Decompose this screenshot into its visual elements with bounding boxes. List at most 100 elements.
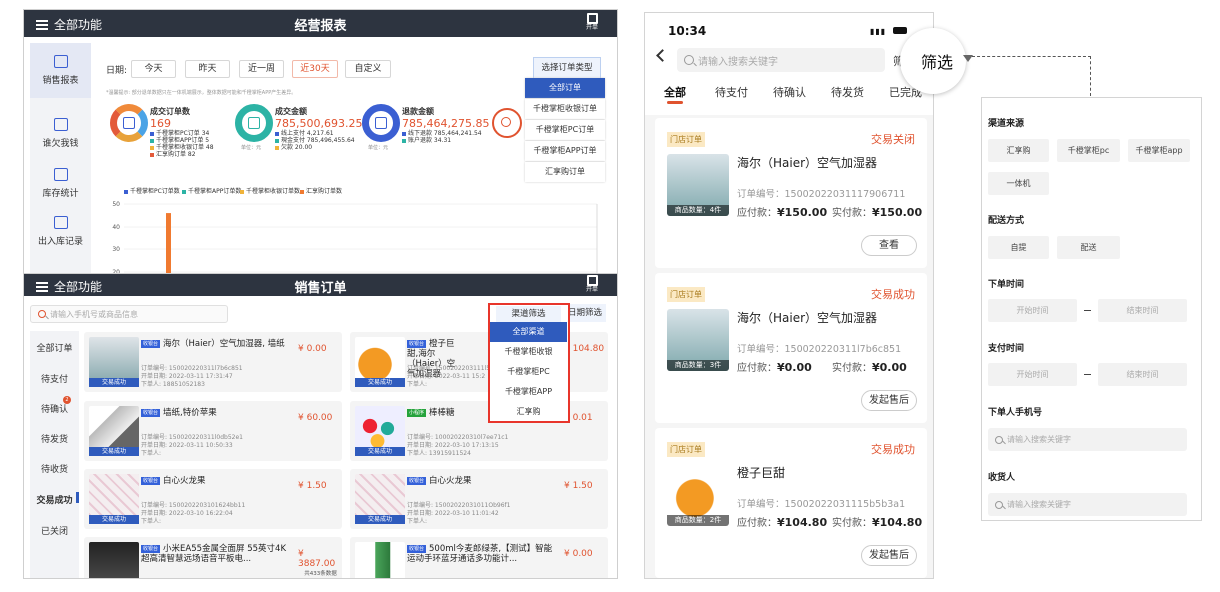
kpi-orders-line-1: 千橙掌柜PC订单 34 xyxy=(150,130,209,137)
tab-pending-confirm[interactable]: 待确认 xyxy=(30,402,79,415)
sales-topbar: 全部功能 销售订单 开单 xyxy=(24,274,617,296)
kpi-refund-line-1: 线下退款 785,464,241.54 xyxy=(402,130,482,137)
order-status-badge: 交易成功 xyxy=(355,515,405,524)
product-name: 收银台 墙纸,特价苹果 xyxy=(141,408,217,418)
pending-badge: 2 xyxy=(63,396,71,404)
product-image: 商品数量：2件 xyxy=(667,464,729,526)
channel-chip-app[interactable]: 千橙掌柜app xyxy=(1128,139,1190,162)
receipt-icon xyxy=(586,13,598,24)
filter-zoom-bubble[interactable]: 筛选 xyxy=(900,28,966,94)
date-filter-button[interactable]: 日期筛选 xyxy=(564,304,606,322)
back-button[interactable] xyxy=(653,49,669,63)
sidebar-item-debts[interactable]: 谁欠我钱 xyxy=(30,108,91,149)
tab-success[interactable]: 交易成功 xyxy=(30,493,79,506)
date-yesterday-button[interactable]: 昨天 xyxy=(185,60,230,78)
order-status-badge: 交易成功 xyxy=(89,447,139,456)
chevron-left-icon xyxy=(656,49,669,62)
channel-option-app[interactable]: 千橙掌柜APP xyxy=(490,382,567,402)
order-card[interactable]: 交易成功 收银台 白心火龙果 ¥ 1.50 订单编号: 1500202203101… xyxy=(84,469,342,529)
channel-option-pos[interactable]: 千橙掌柜收银 xyxy=(490,342,567,362)
order-type-option-app[interactable]: 千橙掌柜APP订单 xyxy=(525,141,605,161)
kpi-orders-line-2: 千橙掌柜APP订单 5 xyxy=(150,137,209,144)
receiver-input[interactable]: 请输入搜索关键字 xyxy=(988,493,1187,516)
after-sales-button[interactable]: 发起售后 xyxy=(861,545,917,566)
order-card[interactable]: 交易成功 收银台 墙纸,特价苹果 ¥ 60.00 订单编号: 1500202203… xyxy=(84,401,342,461)
store-order-tag: 门店订单 xyxy=(667,287,705,302)
product-name: 收银台 500ml今麦郎绿茶,【测试】智能运动手环蓝牙通话多功能计... xyxy=(407,544,553,564)
order-card[interactable]: 门店订单 交易关闭 商品数量：4件 海尔（Haier）空气加湿器 订单编号：15… xyxy=(655,118,927,268)
tab-pending-ship[interactable]: 待发货 xyxy=(831,84,864,100)
open-order-button[interactable]: 开单 xyxy=(585,275,599,293)
channel-option-all[interactable]: 全部渠道 xyxy=(490,322,567,342)
date-today-button[interactable]: 今天 xyxy=(131,60,176,78)
active-tab-indicator xyxy=(76,492,79,503)
tab-all[interactable]: 全部 xyxy=(664,84,686,100)
order-price: ¥ 104.80 xyxy=(564,344,605,354)
pay-start-time-input[interactable]: 开始时间 xyxy=(988,363,1077,386)
order-status-badge: 交易成功 xyxy=(355,378,405,387)
order-card[interactable]: 门店订单 交易成功 商品数量：3件 海尔（Haier）空气加湿器 订单编号：15… xyxy=(655,273,927,423)
channel-chip-kiosk[interactable]: 一体机 xyxy=(988,172,1049,195)
tab-pending-payment[interactable]: 待支付 xyxy=(30,372,79,385)
order-time-title: 下单时间 xyxy=(988,280,1025,290)
sidebar-item-inventory[interactable]: 库存统计 xyxy=(30,158,91,199)
delivery-chip-delivery[interactable]: 配送 xyxy=(1057,236,1120,259)
channel-option-hxg[interactable]: 汇享购 xyxy=(490,402,567,422)
order-type-option-pc[interactable]: 千橙掌柜PC订单 xyxy=(525,120,605,140)
pay-end-time-input[interactable]: 结束时间 xyxy=(1098,363,1187,386)
order-card[interactable]: 交易成功 收银台 海尔（Haier）空气加湿器, 墙纸 ¥ 0.00 订单编号: … xyxy=(84,332,342,392)
order-card[interactable]: 门店订单 交易成功 商品数量：2件 橙子巨甜 订单编号：150020220311… xyxy=(655,428,927,578)
search-icon xyxy=(684,55,694,65)
order-number: 订单编号：15002022031117906711 xyxy=(737,189,906,200)
date-custom-button[interactable]: 自定义 xyxy=(345,60,391,78)
kpi-refund-unit: 单位：元 xyxy=(368,145,389,151)
order-start-time-input[interactable]: 开始时间 xyxy=(988,299,1077,322)
order-card[interactable]: 交易成功 收银台 白心火龙果 ¥ 1.50 订单编号: 1500202203101… xyxy=(350,469,608,529)
channel-option-pc[interactable]: 千橙掌柜PC xyxy=(490,362,567,382)
connector-line xyxy=(972,56,1091,57)
tab-pending-confirm[interactable]: 待确认 xyxy=(773,84,806,100)
order-price: ¥ 3887.00 xyxy=(298,549,336,569)
order-type-select[interactable]: 选择订单类型 xyxy=(533,57,601,79)
tab-pending-ship[interactable]: 待发货 xyxy=(30,432,79,445)
order-number: 订单编号：15002022031115b5b3a1 xyxy=(737,499,906,510)
date-week-button[interactable]: 近一周 xyxy=(239,60,284,78)
extra-kpi-icon xyxy=(492,108,522,138)
product-image: 商品数量：4件 xyxy=(667,154,729,216)
order-search-input[interactable]: 请输入手机号或商品信息 xyxy=(30,305,228,323)
sidebar-item-sales-report[interactable]: 销售报表 xyxy=(30,43,91,98)
tab-all-orders[interactable]: 全部订单 xyxy=(30,341,79,354)
order-type-option-hxg[interactable]: 汇享购订单 xyxy=(525,162,605,182)
order-status-badge: 交易成功 xyxy=(89,378,139,387)
order-type-option-pos[interactable]: 千橙掌柜收银订单 xyxy=(525,99,605,119)
product-image: 商品数量：3件 xyxy=(667,309,729,371)
pay-time-title: 支付时间 xyxy=(988,344,1025,354)
phone-search-input[interactable]: 请输入搜索关键字 xyxy=(677,48,885,72)
order-end-time-input[interactable]: 结束时间 xyxy=(1098,299,1187,322)
tab-pending-receive[interactable]: 待收货 xyxy=(30,462,79,475)
order-number: 订单编号：150020220311l7b6c851 xyxy=(737,344,902,355)
product-name: 海尔（Haier）空气加湿器 xyxy=(737,156,878,170)
kpi-amount-line-1: 线上支付 4,217.61 xyxy=(275,130,334,137)
order-amounts: 应付款：¥150.00 实付款：¥150.00 xyxy=(737,206,923,219)
kpi-refund-line-2: 账户退款 34.31 xyxy=(402,137,451,144)
product-name: 橙子巨甜 xyxy=(737,466,786,480)
status-time: 10:34 xyxy=(668,24,707,38)
channel-chip-hxg[interactable]: 汇享购 xyxy=(988,139,1049,162)
open-order-button[interactable]: 开单 xyxy=(585,13,599,31)
date-30days-button[interactable]: 近30天 xyxy=(292,60,338,78)
delivery-chip-pickup[interactable]: 自提 xyxy=(988,236,1049,259)
kpi-amount-unit: 单位：元 xyxy=(241,145,262,151)
buyer-phone-input[interactable]: 请输入搜索关键字 xyxy=(988,428,1187,451)
order-status-badge: 交易成功 xyxy=(355,447,405,456)
y-tick-50: 50 xyxy=(112,201,120,208)
product-name: 收银台 白心火龙果 xyxy=(141,476,206,486)
view-order-button[interactable]: 查看 xyxy=(861,235,917,256)
order-type-option-all[interactable]: 全部订单 xyxy=(525,78,605,98)
channel-dropdown-header[interactable]: 渠道筛选 xyxy=(496,306,561,322)
channel-chip-pc[interactable]: 千橙掌柜pc xyxy=(1057,139,1120,162)
sidebar-item-stock-records[interactable]: 出入库记录 xyxy=(30,206,91,247)
tab-closed[interactable]: 已关闭 xyxy=(30,524,79,537)
after-sales-button[interactable]: 发起售后 xyxy=(861,390,917,411)
tab-pending-payment[interactable]: 待支付 xyxy=(715,84,748,100)
